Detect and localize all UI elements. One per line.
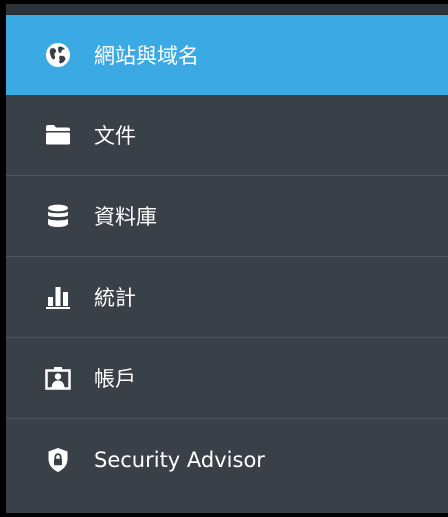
sidebar-item-label: 文件 [94, 124, 136, 148]
account-icon [44, 364, 72, 392]
sidebar-nav: 網站與域名 文件 資料庫 統計 帳戶 Security Advisor [6, 4, 448, 513]
sidebar-item-security-advisor[interactable]: Security Advisor [6, 419, 448, 500]
sidebar-item-label: 資料庫 [94, 205, 157, 229]
sidebar-top-strip [6, 4, 448, 15]
sidebar-frame: 網站與域名 文件 資料庫 統計 帳戶 Security Advisor [0, 0, 448, 517]
sidebar-item-databases[interactable]: 資料庫 [6, 176, 448, 257]
sidebar-item-statistics[interactable]: 統計 [6, 257, 448, 338]
sidebar-item-files[interactable]: 文件 [6, 95, 448, 176]
database-icon [44, 202, 72, 230]
sidebar-item-label: 網站與域名 [94, 43, 199, 68]
shield-lock-icon [44, 446, 72, 474]
bar-chart-icon [44, 283, 72, 311]
globe-icon [44, 41, 72, 69]
sidebar-item-label: 統計 [94, 286, 136, 310]
sidebar-item-websites-domains[interactable]: 網站與域名 [6, 15, 448, 95]
folder-icon [44, 121, 72, 149]
sidebar-item-label: 帳戶 [94, 367, 136, 391]
sidebar-item-label: Security Advisor [94, 447, 265, 472]
sidebar-item-account[interactable]: 帳戶 [6, 338, 448, 419]
